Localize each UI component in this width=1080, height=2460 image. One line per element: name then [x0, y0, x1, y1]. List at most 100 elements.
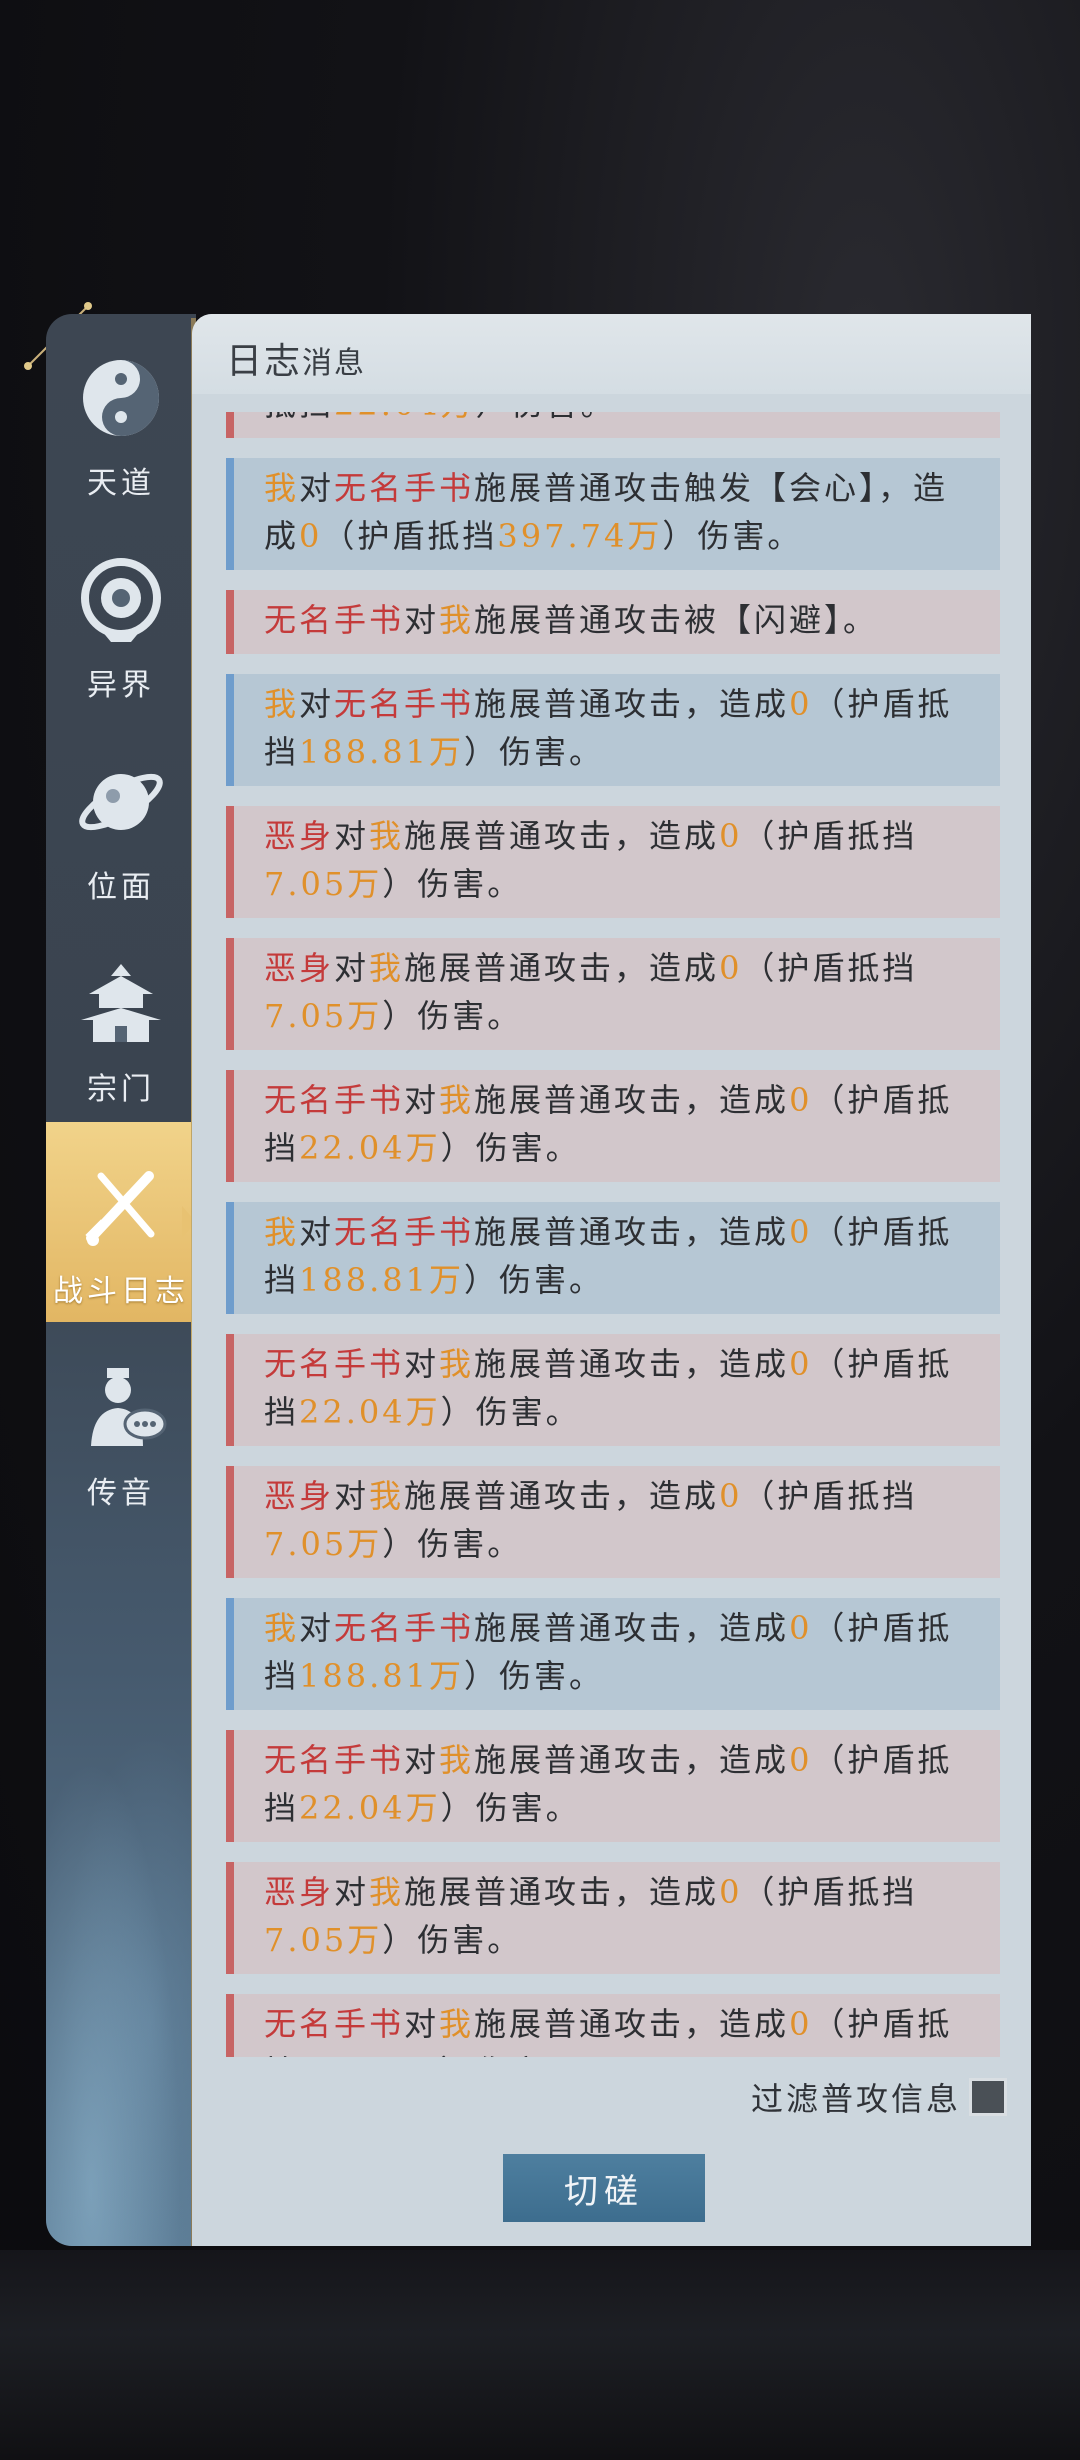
log-text-segment: 施展普通攻击，造成 [474, 1609, 790, 1647]
log-text-segment: 对 [404, 1081, 440, 1119]
log-text-segment: 无名手书 [264, 601, 405, 639]
log-text-segment: 恶身 [264, 1477, 335, 1515]
log-text-segment: 7.05万 [264, 997, 383, 1035]
log-text-segment: 抵挡 [264, 412, 334, 423]
sidebar-wave-decoration [46, 1686, 196, 2246]
log-entry: 恶身对我施展普通攻击，造成0（护盾抵挡 7.05万）伤害。 [226, 1466, 1000, 1578]
log-entry: 恶身对我施展普通攻击，造成0（护盾抵挡 7.05万）伤害。 [226, 806, 1000, 918]
sidebar-item-zongmen[interactable]: 宗门 [46, 920, 196, 1120]
log-text-segment: ）伤害。 [464, 1261, 605, 1299]
log-text-segment: 施展普通攻击，造成 [404, 1477, 720, 1515]
log-text-segment: ）伤害。 [440, 1789, 581, 1827]
log-text-segment: 0 [299, 517, 323, 555]
log-entry: 我对无名手书施展普通攻击触发【会心】，造成0（护盾抵挡397.74万）伤害。 [226, 458, 1000, 570]
log-text-segment: 施展普通攻击，造成 [474, 1213, 790, 1251]
log-text-segment: 对 [404, 1741, 440, 1779]
log-text-segment: 397.74万 [497, 517, 663, 555]
log-text-segment: 0 [719, 949, 743, 987]
log-text-segment: 对 [334, 817, 370, 855]
log-text-segment: 7.05万 [264, 865, 383, 903]
log-text-segment: 施展普通攻击，造成 [474, 1345, 790, 1383]
log-text-segment: 188.81万 [299, 733, 464, 771]
log-text-segment: 我 [369, 1477, 405, 1515]
sidebar-item-tiandao[interactable]: 天道 [46, 314, 196, 514]
log-panel: 日志消息 抵挡22.04万）伤害。我对无名手书施展普通攻击触发【会心】，造成0（… [192, 314, 1031, 2246]
planet-icon [79, 773, 163, 831]
log-text-segment: 施展普通攻击，造成 [404, 817, 720, 855]
log-text-segment: 无名手书 [264, 2005, 405, 2043]
log-text-segment: 施展普通攻击，造成 [474, 1741, 790, 1779]
sidebar-item-weimian[interactable]: 位面 [46, 718, 196, 918]
log-text-segment: 0 [789, 1609, 813, 1647]
log-text-segment: 0 [789, 1081, 813, 1119]
log-scroll-area[interactable]: 抵挡22.04万）伤害。我对无名手书施展普通攻击触发【会心】，造成0（护盾抵挡3… [226, 412, 1000, 2057]
log-text-segment: 对 [404, 2005, 440, 2043]
sidebar-item-label: 战斗日志 [53, 1274, 189, 1309]
log-text-segment: ）伤害。 [382, 1525, 523, 1563]
page-title-main: 日志 [226, 341, 303, 382]
log-text-segment: 对 [299, 685, 335, 723]
log-text-segment: 0 [789, 1213, 813, 1251]
log-text-segment: 对 [334, 1873, 370, 1911]
log-text-segment: ）伤害。 [441, 2053, 581, 2057]
log-entry: 无名手书对我施展普通攻击被【闪避】。 [226, 590, 1000, 654]
eye-orb-icon [81, 558, 161, 642]
pagoda-icon [81, 964, 161, 1042]
log-text-segment: 188.81万 [299, 1261, 464, 1299]
log-text-segment: ）伤害。 [662, 517, 803, 555]
log-entry: 我对无名手书施展普通攻击，造成0（护盾抵挡188.81万）伤害。 [226, 1598, 1000, 1710]
log-text-segment: 施展普通攻击被【闪避】。 [474, 601, 879, 639]
log-text-segment: 我 [264, 1609, 300, 1647]
log-text-segment: 无名手书 [264, 1345, 405, 1383]
log-text-segment: 0 [789, 685, 813, 723]
log-text-segment: 对 [299, 1213, 335, 1251]
log-text-segment: ）伤害。 [440, 1129, 581, 1167]
log-text-segment: 施展普通攻击，造成 [404, 1873, 720, 1911]
log-text-segment: 施展普通攻击，造成 [474, 2005, 790, 2043]
taiji-swirl-icon [83, 360, 159, 436]
spar-button[interactable]: 切磋 [503, 2154, 705, 2222]
filter-row[interactable]: 过滤普攻信息 [697, 2072, 1007, 2122]
log-entry: 抵挡22.04万）伤害。 [226, 412, 1000, 438]
log-text-segment: 22.04万 [299, 2053, 441, 2057]
log-text-segment: 对 [404, 601, 440, 639]
crossed-swords-icon [85, 1171, 155, 1246]
log-text-segment: 无名手书 [334, 469, 475, 507]
log-entry: 无名手书对我施展普通攻击，造成0（护盾抵挡22.04万）伤害。 [226, 1994, 1000, 2057]
log-text-segment: 我 [264, 685, 300, 723]
log-text-segment: 无名手书 [334, 1213, 475, 1251]
log-text-segment: 188.81万 [299, 1657, 464, 1695]
sidebar-item-label: 宗门 [87, 1072, 155, 1107]
sidebar-item-yijie[interactable]: 异界 [46, 516, 196, 716]
log-text-segment: 恶身 [264, 817, 335, 855]
log-text-segment: 施展普通攻击，造成 [474, 685, 790, 723]
sidebar-item-chuanyin[interactable]: 传音 [46, 1324, 196, 1524]
log-text-segment: 我 [369, 817, 405, 855]
log-text-segment: 22.04万 [299, 1393, 441, 1431]
log-text-segment: ）伤害。 [464, 1657, 605, 1695]
log-text-segment: （护盾抵挡 [742, 1477, 918, 1515]
filter-checkbox[interactable] [969, 2078, 1007, 2116]
log-text-segment: 我 [264, 469, 300, 507]
sidebar-item-label: 传音 [87, 1476, 155, 1511]
log-entry: 无名手书对我施展普通攻击，造成0（护盾抵挡22.04万）伤害。 [226, 1730, 1000, 1842]
log-entry: 我对无名手书施展普通攻击，造成0（护盾抵挡188.81万）伤害。 [226, 674, 1000, 786]
log-text-segment: 0 [789, 1741, 813, 1779]
sidebar-item-label: 位面 [87, 870, 155, 905]
log-entry: 我对无名手书施展普通攻击，造成0（护盾抵挡188.81万）伤害。 [226, 1202, 1000, 1314]
log-text-segment: 我 [439, 2005, 475, 2043]
log-text-segment: 22.04万 [299, 1789, 441, 1827]
filter-label: 过滤普攻信息 [750, 2080, 961, 2118]
log-text-segment: （护盾抵挡 [322, 517, 498, 555]
log-text-segment: 对 [334, 1477, 370, 1515]
log-text-segment: ）伤害。 [464, 733, 605, 771]
log-text-segment: ）伤害。 [382, 865, 523, 903]
log-text-segment: 我 [439, 1081, 475, 1119]
log-text-segment: 无名手书 [334, 685, 475, 723]
log-text-segment: 无名手书 [264, 1741, 405, 1779]
sidebar-item-battle-log[interactable]: 战斗日志 [46, 1122, 196, 1322]
log-text-segment: 我 [264, 1213, 300, 1251]
log-text-segment: 7.05万 [264, 1525, 383, 1563]
log-text-segment: 无名手书 [334, 1609, 475, 1647]
log-text-segment: （护盾抵挡 [742, 949, 918, 987]
